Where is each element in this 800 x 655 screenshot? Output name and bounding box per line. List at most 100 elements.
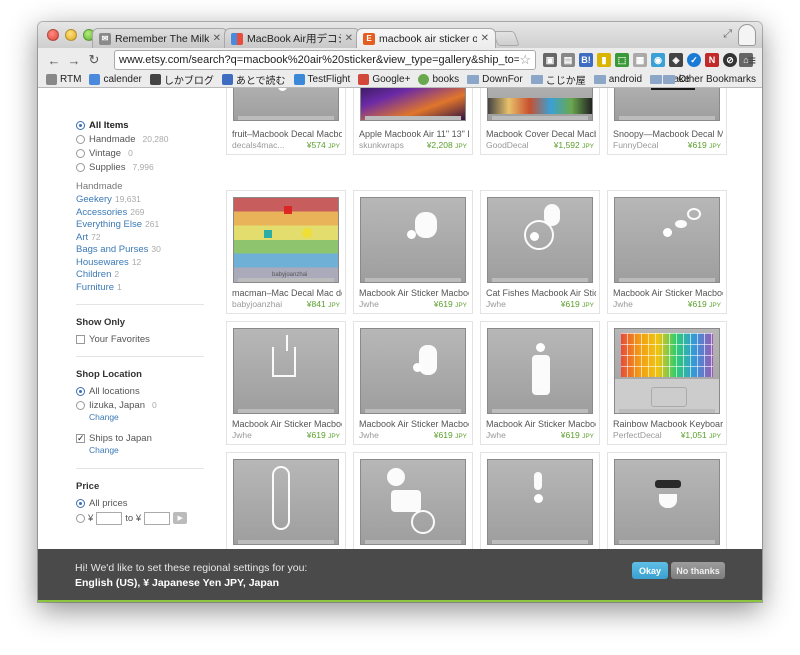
category-link[interactable]: Geekery 19,631 [76,194,206,207]
min-price-input[interactable] [96,511,123,525]
filter-radio-handmade[interactable]: Handmade 20,280 [76,132,206,146]
radio-button[interactable] [76,498,85,508]
bookmark-books[interactable]: books [418,74,459,85]
radio-button[interactable] [76,162,85,172]
filter-radio-all-items[interactable]: All Items [76,118,206,132]
fullscreen-icon[interactable]: ⤢ [723,28,732,41]
radio-button[interactable] [76,513,85,523]
category-link[interactable]: Art 72 [76,232,206,245]
listing-card[interactable]: babyjoanzhai macman–Mac Decal Mac de... ba… [226,190,346,314]
ships-to-japan-checkbox[interactable]: ✓ Ships to Japan [76,431,206,445]
listing-seller[interactable]: Jwhe [486,430,506,440]
radio-button[interactable] [76,386,85,396]
radio-button[interactable] [76,120,85,130]
listing-title[interactable]: Macbook Air Sticker Macboo... [486,419,596,429]
change-ship-to-link[interactable]: Change [89,445,206,458]
listing-card[interactable]: Macbook Air Sticker Macboo...Jwhe ¥619 JP… [353,190,473,314]
listing-card[interactable]: Macbook Air Sticker Macboo...Jwhe ¥619 JP… [607,190,727,314]
other-bookmarks[interactable]: Other Bookmarks [663,74,756,85]
tab-etsy-search[interactable]: E macbook air sticker on Etsy ✕ [356,28,496,48]
listing-seller[interactable]: FunnyDecal [613,140,658,150]
radio-button[interactable] [76,134,85,144]
menu-icon[interactable]: ≡ [748,52,756,68]
checkbox[interactable]: ✓ [76,433,85,443]
listing-seller[interactable]: Jwhe [232,430,252,440]
listing-card[interactable]: Apple Macbook Air 11" 13" D...skunkwraps… [353,88,473,155]
profile-avatar[interactable] [738,24,756,46]
category-link[interactable]: Bags and Purses 30 [76,244,206,257]
listing-title[interactable]: Snoopy—Macbook Decal M... [613,129,723,139]
listing-title[interactable]: Macbook Air Sticker Macboo... [613,288,723,298]
radio-button[interactable] [76,400,85,410]
listing-image[interactable] [614,328,720,414]
extension-icon[interactable]: ▤ [561,53,575,67]
listing-image[interactable] [360,88,466,121]
listing-card[interactable]: Snoopy—Macbook Decal M... FunnyDecal ¥619 … [607,88,727,155]
reload-icon[interactable]: ↻ [84,50,104,70]
extension-new-icon[interactable]: N [705,53,719,67]
extension-icon[interactable]: ⬚ [615,53,629,67]
close-tab-icon[interactable]: ✕ [213,33,221,44]
all-locations-radio[interactable]: All locations [76,384,206,398]
extension-icon[interactable]: ◉ [651,53,665,67]
minimize-window-icon[interactable] [65,29,77,41]
listing-card[interactable]: fruit–Macbook Decal Macbo... decals4mac..… [226,88,346,155]
change-location-link[interactable]: Change [89,412,206,425]
bookmark-read-later[interactable]: あとで読む [221,72,286,87]
listing-seller[interactable]: Jwhe [486,299,506,309]
listing-title[interactable]: Rainbow Macbook Keyboar... [613,419,723,429]
listing-image[interactable] [614,197,720,283]
listing-image[interactable] [614,88,720,121]
tab-remember-the-milk[interactable]: ✉ Remember The Milk – shinji ✕ [92,28,228,48]
listing-seller[interactable]: Jwhe [359,430,379,440]
listing-image[interactable] [360,459,466,545]
listing-seller[interactable]: Jwhe [359,299,379,309]
okay-button[interactable]: Okay [632,562,668,579]
new-tab-button[interactable] [492,31,520,46]
price-go-button[interactable]: ▶ [173,512,188,524]
bookmark-testflight[interactable]: TestFlight [293,74,350,85]
listing-seller[interactable]: GoodDecal [486,140,529,150]
category-link[interactable]: Everything Else 261 [76,219,206,232]
no-thanks-button[interactable]: No thanks [671,562,725,579]
listing-image[interactable] [487,459,593,545]
category-link[interactable]: Housewares 12 [76,257,206,270]
filter-radio-supplies[interactable]: Supplies 7,996 [76,160,206,174]
listing-seller[interactable]: decals4mac... [232,140,284,150]
bookmark-android[interactable]: android [593,74,642,85]
bookmark-rtm[interactable]: RTM [46,74,81,85]
listing-image[interactable]: babyjoanzhai [233,197,339,283]
listing-seller[interactable]: skunkwraps [359,140,404,150]
tab-macbook-air-decal[interactable]: MacBook Air用デコシールがタ ✕ [224,28,360,48]
all-prices-radio[interactable]: All prices [76,496,206,510]
listing-title[interactable]: macman–Mac Decal Mac de... [232,288,342,298]
bookmark-kojikaya[interactable]: こじか屋 [530,72,586,87]
extension-icon[interactable]: ▣ [543,53,557,67]
listing-title[interactable]: fruit–Macbook Decal Macbo... [232,129,342,139]
listing-image[interactable] [487,328,593,414]
extension-icon[interactable]: ✓ [687,53,701,67]
extension-icon[interactable]: ▦ [633,53,647,67]
extension-icon[interactable]: ◈ [669,53,683,67]
listing-image[interactable] [360,328,466,414]
bookmark-star-icon[interactable]: ☆ [519,52,531,68]
listing-image[interactable] [487,88,593,121]
listing-title[interactable]: Cat Fishes Macbook Air Stic... [486,288,596,298]
address-bar[interactable]: www.etsy.com/search?q=macbook%20air%20st… [114,50,536,70]
max-price-input[interactable] [144,511,171,525]
extension-icon[interactable]: ▮ [597,53,611,67]
listing-title[interactable]: Apple Macbook Air 11" 13" D... [359,129,469,139]
bookmark-shika-blog[interactable]: しかブログ [149,72,214,87]
listing-card[interactable]: Cat Fishes Macbook Air Stic... Jwhe ¥619 J… [480,190,600,314]
listing-card[interactable]: Macbook Cover Decal Macb... GoodDecal ¥1,5… [480,88,600,155]
bookmark-calender[interactable]: calender [89,74,142,85]
listing-image[interactable] [614,459,720,545]
bookmark-downfor[interactable]: DownFor [467,74,523,85]
listing-image[interactable] [233,328,339,414]
back-arrow-icon[interactable]: ← [44,50,64,70]
category-link[interactable]: Children 2 [76,269,206,282]
your-favorites-checkbox[interactable]: Your Favorites [76,332,206,346]
close-tab-icon[interactable]: ✕ [345,33,353,44]
extension-icon[interactable]: ⊘ [723,53,737,67]
hatena-bookmark-icon[interactable]: B! [579,53,593,67]
